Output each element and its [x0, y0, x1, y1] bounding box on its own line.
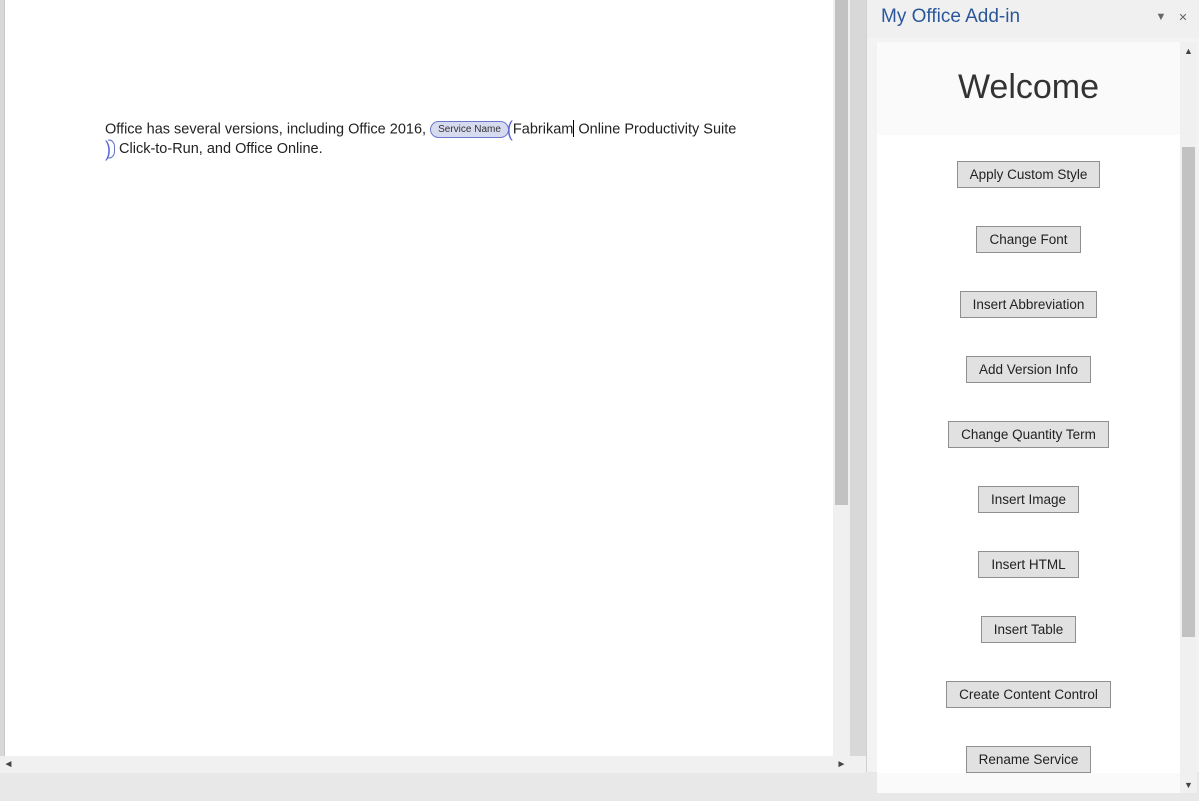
- doc-text-after[interactable]: Click-to-Run, and Office Online.: [115, 141, 323, 157]
- insert-table-button[interactable]: Insert Table: [981, 616, 1077, 643]
- change-font-button[interactable]: Change Font: [976, 226, 1080, 253]
- insert-abbreviation-button[interactable]: Insert Abbreviation: [960, 291, 1098, 318]
- taskpane-content: Apply Custom Style Change Font Insert Ab…: [877, 135, 1180, 773]
- content-control-text-b[interactable]: Online Productivity Suite: [574, 121, 736, 137]
- taskpane-body: Welcome Apply Custom Style Change Font I…: [877, 42, 1180, 793]
- scrollbar-thumb[interactable]: [1182, 147, 1195, 637]
- taskpane-header: My Office Add-in ▼ ✕: [867, 0, 1199, 38]
- taskpane-body-wrap: Welcome Apply Custom Style Change Font I…: [867, 38, 1199, 801]
- taskpane-banner-title: Welcome: [887, 68, 1170, 107]
- taskpane-banner: Welcome: [877, 42, 1180, 135]
- rename-service-button[interactable]: Rename Service: [966, 746, 1092, 773]
- scrollbar-thumb[interactable]: [835, 0, 848, 505]
- change-quantity-term-button[interactable]: Change Quantity Term: [948, 421, 1109, 448]
- scroll-left-icon[interactable]: ◄: [0, 756, 17, 773]
- document-area: Office has several versions, including O…: [0, 0, 866, 772]
- add-version-info-button[interactable]: Add Version Info: [966, 356, 1091, 383]
- apply-custom-style-button[interactable]: Apply Custom Style: [957, 161, 1101, 188]
- taskpane-title: My Office Add-in: [881, 6, 1147, 28]
- content-control-tag[interactable]: Service Name: [430, 121, 509, 139]
- insert-image-button[interactable]: Insert Image: [978, 486, 1079, 513]
- document-gutter: [850, 0, 866, 756]
- doc-text[interactable]: Office has several versions, including O…: [105, 121, 430, 137]
- document-horizontal-scrollbar[interactable]: ◄ ►: [0, 756, 866, 773]
- scroll-right-icon[interactable]: ►: [833, 756, 850, 773]
- insert-html-button[interactable]: Insert HTML: [978, 551, 1078, 578]
- content-control-end-icon: [108, 139, 115, 158]
- taskpane-menu-icon[interactable]: ▼: [1153, 9, 1169, 25]
- content-control-text-a[interactable]: Fabrikam: [513, 121, 573, 137]
- content-control-bracket-left-icon: [507, 121, 513, 138]
- taskpane-vertical-scrollbar[interactable]: ▲ ▼: [1180, 42, 1197, 793]
- taskpane: My Office Add-in ▼ ✕ Welcome Apply Custo…: [866, 0, 1199, 772]
- scroll-up-icon[interactable]: ▲: [1180, 42, 1197, 59]
- taskpane-close-icon[interactable]: ✕: [1175, 9, 1191, 25]
- create-content-control-button[interactable]: Create Content Control: [946, 681, 1111, 708]
- document-vertical-scrollbar[interactable]: [833, 0, 850, 756]
- document-page[interactable]: Office has several versions, including O…: [5, 0, 833, 756]
- scroll-down-icon[interactable]: ▼: [1180, 776, 1197, 793]
- document-scroll-wrap: Office has several versions, including O…: [0, 0, 866, 756]
